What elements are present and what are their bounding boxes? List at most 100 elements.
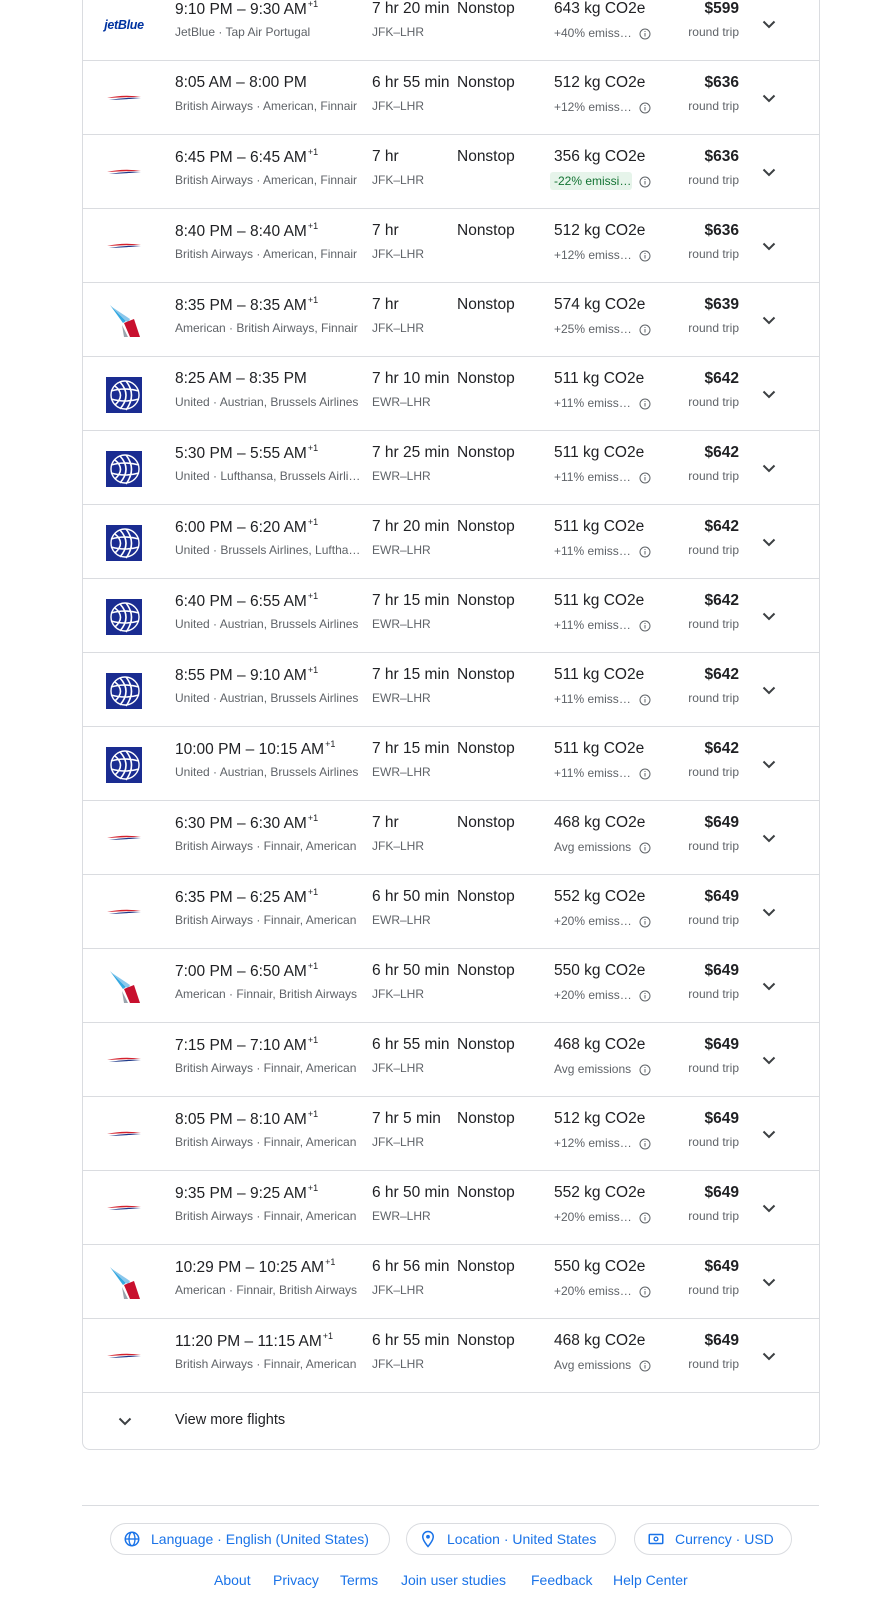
expand-flight-button[interactable] xyxy=(757,900,781,924)
departure-time: 6:40 PM xyxy=(175,593,233,611)
flight-row[interactable]: 5:30 PM – 5:55 AM+1 United · Lufthansa, B… xyxy=(83,431,819,505)
flight-price: $649 xyxy=(704,1036,739,1053)
info-icon[interactable] xyxy=(639,323,651,336)
info-icon[interactable] xyxy=(639,471,651,484)
language-button[interactable]: Language · English (United States) xyxy=(110,1523,390,1555)
british-airways-logo xyxy=(105,81,143,117)
expand-flight-button[interactable] xyxy=(757,604,781,628)
expand-flight-button[interactable] xyxy=(757,1196,781,1220)
co2-emissions: 574 kg CO2e xyxy=(554,296,646,313)
expand-flight-button[interactable] xyxy=(757,752,781,776)
view-more-flights-button[interactable]: View more flights xyxy=(175,1412,285,1428)
info-icon[interactable] xyxy=(639,397,651,410)
info-icon[interactable] xyxy=(639,989,651,1002)
flight-row[interactable]: 8:55 PM – 9:10 AM+1 United · Austrian, Br… xyxy=(83,653,819,727)
flight-row[interactable]: 11:20 PM – 11:15 AM+1 British Airways · F… xyxy=(83,1319,819,1393)
flight-route: EWR–LHR xyxy=(372,617,431,631)
currency-button[interactable]: Currency · USD xyxy=(634,1523,792,1555)
flight-row[interactable]: jetBlue 9:10 PM – 9:30 AM+1 JetBlue · Tap … xyxy=(83,0,819,61)
info-icon[interactable] xyxy=(639,841,651,854)
airline-names: British Airways · Finnair, American xyxy=(175,839,357,853)
flight-price: $639 xyxy=(704,296,739,313)
info-icon[interactable] xyxy=(639,545,651,558)
expand-flight-button[interactable] xyxy=(757,86,781,110)
flight-row[interactable]: 6:35 PM – 6:25 AM+1 British Airways · Fin… xyxy=(83,875,819,949)
expand-flight-button[interactable] xyxy=(757,974,781,998)
info-icon[interactable] xyxy=(639,101,651,114)
flight-route: JFK–LHR xyxy=(372,1357,425,1371)
flight-row[interactable]: 8:40 PM – 8:40 AM+1 British Airways · Ame… xyxy=(83,209,819,283)
flight-duration: 7 hr 15 min xyxy=(372,740,450,757)
departure-time: 8:55 PM xyxy=(175,667,233,685)
info-icon[interactable] xyxy=(639,1063,651,1076)
flight-route: EWR–LHR xyxy=(372,765,431,779)
info-icon[interactable] xyxy=(639,175,651,188)
flight-row[interactable]: 6:00 PM – 6:20 AM+1 United · Brussels Air… xyxy=(83,505,819,579)
expand-flight-button[interactable] xyxy=(757,382,781,406)
footer-link-help-center[interactable]: Help Center xyxy=(613,1572,688,1588)
footer-link-about[interactable]: About xyxy=(214,1572,251,1588)
stops-label: Nonstop xyxy=(457,0,515,17)
flight-row[interactable]: 6:30 PM – 6:30 AM+1 British Airways · Fin… xyxy=(83,801,819,875)
location-pin-icon xyxy=(421,1530,435,1548)
flight-row[interactable]: 8:25 AM – 8:35 PM United · Austrian, Brus… xyxy=(83,357,819,431)
arrival-time: 6:20 AM xyxy=(249,519,307,537)
price-type: round trip xyxy=(688,543,739,557)
info-icon[interactable] xyxy=(639,1137,651,1150)
day-offset: +1 xyxy=(322,1331,334,1341)
expand-flight-button[interactable] xyxy=(757,160,781,184)
airline-names: United · Austrian, Brussels Airlines xyxy=(175,395,359,409)
info-icon[interactable] xyxy=(639,693,651,706)
arrival-time: 6:30 AM xyxy=(249,815,307,833)
expand-flight-button[interactable] xyxy=(757,456,781,480)
airline-names: American · Finnair, British Airways xyxy=(175,1283,358,1297)
flight-duration: 7 hr 5 min xyxy=(372,1110,441,1127)
info-icon[interactable] xyxy=(639,767,651,780)
flight-row[interactable]: 6:45 PM – 6:45 AM+1 British Airways · Ame… xyxy=(83,135,819,209)
footer-link-feedback[interactable]: Feedback xyxy=(531,1572,592,1588)
expand-flight-button[interactable] xyxy=(757,826,781,850)
flight-row[interactable]: 8:05 PM – 8:10 AM+1 British Airways · Fin… xyxy=(83,1097,819,1171)
location-button[interactable]: Location · United States xyxy=(406,1523,616,1555)
time-separator: – xyxy=(231,370,250,387)
info-icon[interactable] xyxy=(639,249,651,262)
view-more-flights-row[interactable]: View more flights xyxy=(83,1393,819,1449)
chevron-down-icon xyxy=(762,1278,776,1286)
flight-row[interactable]: 8:35 PM – 8:35 AM+1 American · British Ai… xyxy=(83,283,819,357)
expand-flight-button[interactable] xyxy=(757,1122,781,1146)
expand-flight-button[interactable] xyxy=(757,1270,781,1294)
expand-flight-button[interactable] xyxy=(757,234,781,258)
expand-flight-button[interactable] xyxy=(757,12,781,36)
departure-time: 11:20 PM xyxy=(175,1333,241,1351)
flight-row[interactable]: 7:00 PM – 6:50 AM+1 American · Finnair, B… xyxy=(83,949,819,1023)
info-icon[interactable] xyxy=(639,619,651,632)
info-icon[interactable] xyxy=(639,1359,651,1372)
info-icon[interactable] xyxy=(639,1211,651,1224)
flight-row[interactable]: 9:35 PM – 9:25 AM+1 British Airways · Fin… xyxy=(83,1171,819,1245)
footer-link-privacy[interactable]: Privacy xyxy=(273,1572,319,1588)
info-icon[interactable] xyxy=(639,915,651,928)
flight-row[interactable]: 10:29 PM – 10:25 AM+1 American · Finnair,… xyxy=(83,1245,819,1319)
expand-flight-button[interactable] xyxy=(757,530,781,554)
time-separator: – xyxy=(232,1111,250,1129)
airline-names: United · Austrian, Brussels Airlines xyxy=(175,691,359,705)
departure-time: 9:35 PM xyxy=(175,1185,233,1203)
expand-flight-button[interactable] xyxy=(757,308,781,332)
expand-flight-button[interactable] xyxy=(757,1048,781,1072)
flight-price: $642 xyxy=(704,370,739,387)
chevron-down-icon[interactable] xyxy=(113,1409,137,1433)
flight-times: 8:05 PM – 8:10 AM+1 xyxy=(175,1109,318,1129)
info-icon[interactable] xyxy=(639,27,651,40)
expand-flight-button[interactable] xyxy=(757,678,781,702)
footer-link-terms[interactable]: Terms xyxy=(340,1572,378,1588)
co2-emissions: 511 kg CO2e xyxy=(554,370,645,387)
flight-row[interactable]: 6:40 PM – 6:55 AM+1 United · Austrian, Br… xyxy=(83,579,819,653)
flight-row[interactable]: 7:15 PM – 7:10 AM+1 British Airways · Fin… xyxy=(83,1023,819,1097)
footer-link-join-user-studies[interactable]: Join user studies xyxy=(401,1572,506,1588)
flight-row[interactable]: 10:00 PM – 10:15 AM+1 United · Austrian, … xyxy=(83,727,819,801)
airline-names: British Airways · Finnair, American xyxy=(175,913,357,927)
info-icon[interactable] xyxy=(639,1285,651,1298)
time-separator: – xyxy=(232,223,250,241)
flight-row[interactable]: 8:05 AM – 8:00 PM British Airways · Ameri… xyxy=(83,61,819,135)
expand-flight-button[interactable] xyxy=(757,1344,781,1368)
